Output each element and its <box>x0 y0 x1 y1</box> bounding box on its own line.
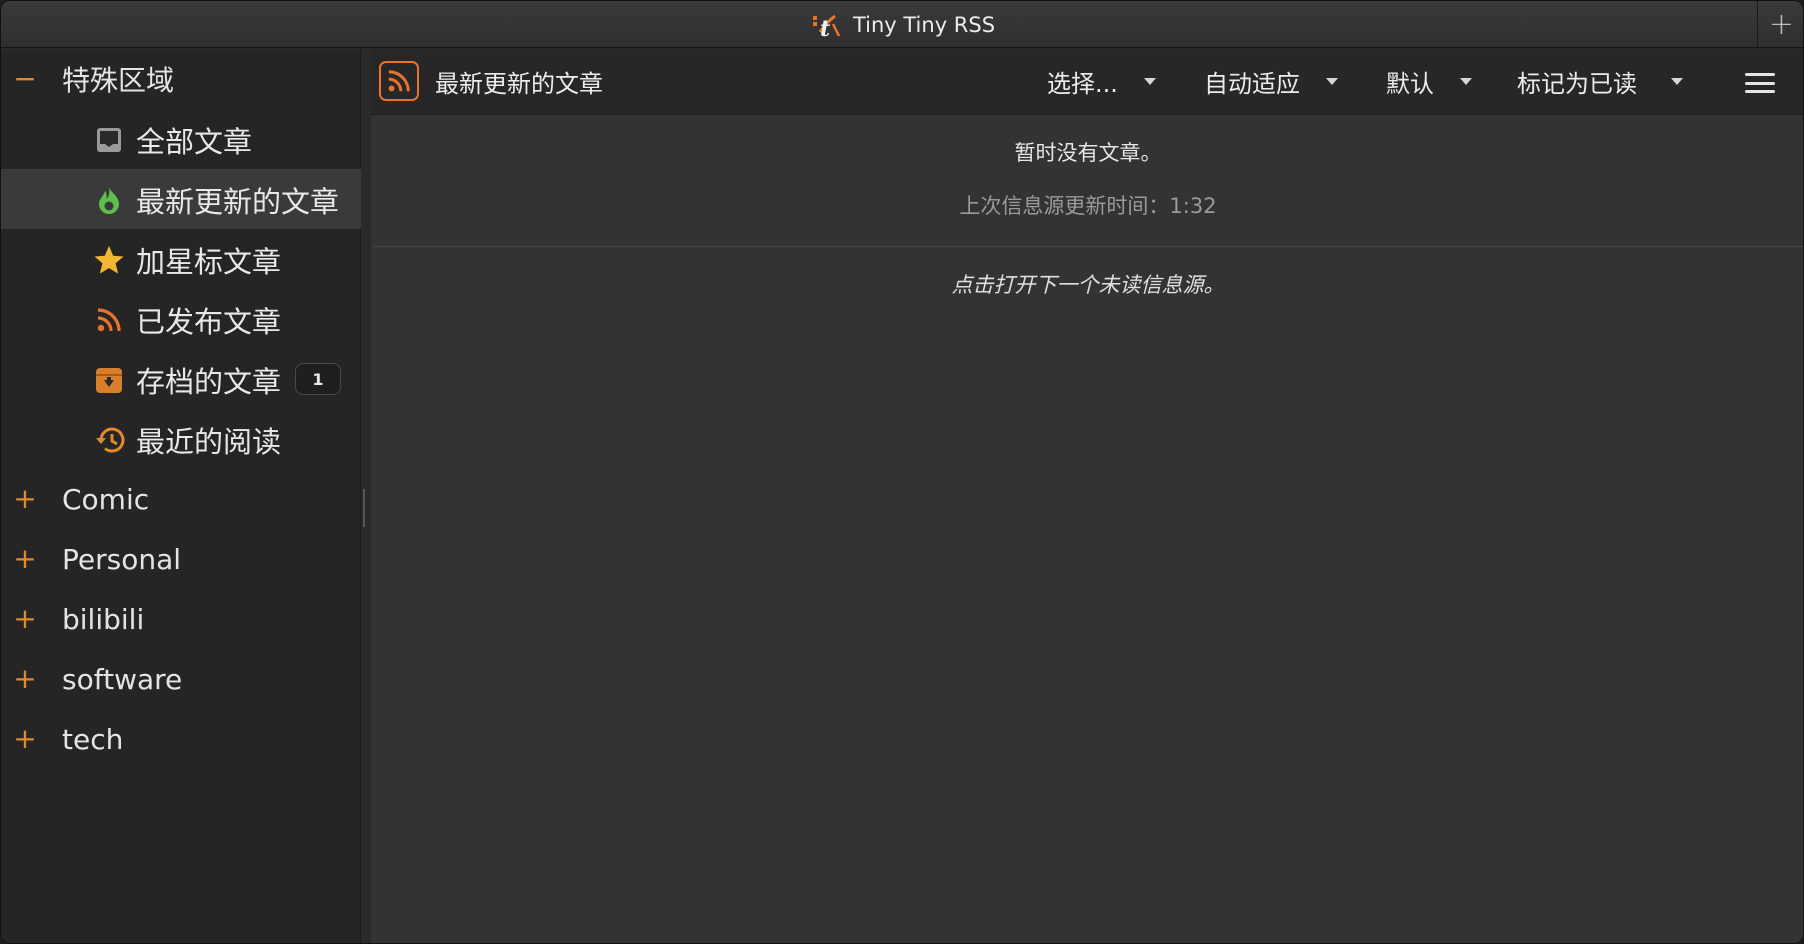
feed-item-recently-read[interactable]: 最近的阅读 <box>1 409 361 469</box>
archive-icon <box>93 364 125 396</box>
view-mode-label: 自动适应 <box>1204 70 1300 98</box>
expand-icon[interactable]: + <box>13 665 37 693</box>
feed-label: 存档的文章 <box>136 365 282 399</box>
last-update-text: 上次信息源更新时间：1:32 <box>959 194 1217 218</box>
feed-label: 最近的阅读 <box>136 425 282 459</box>
category-label: 特殊区域 <box>62 64 175 97</box>
chevron-down-icon <box>1671 78 1683 85</box>
expand-icon[interactable]: + <box>13 725 37 753</box>
feed-item-starred-articles[interactable]: 加星标文章 <box>1 229 361 289</box>
fresh-flame-icon <box>93 184 125 216</box>
category-label: software <box>62 662 183 696</box>
order-label: 默认 <box>1386 70 1434 98</box>
category-bilibili[interactable]: + bilibili <box>1 589 361 649</box>
chevron-down-icon <box>1143 78 1156 85</box>
collapse-icon[interactable]: − <box>13 65 37 93</box>
feed-item-published-articles[interactable]: 已发布文章 <box>1 289 361 349</box>
expand-icon[interactable]: + <box>13 545 37 573</box>
category-tech[interactable]: + tech <box>1 709 361 769</box>
plus-icon: + <box>1768 7 1795 42</box>
category-comic[interactable]: + Comic <box>1 469 361 529</box>
mark-read-label: 标记为已读 <box>1517 70 1637 98</box>
chevron-down-icon <box>1326 78 1338 85</box>
feed-item-all-articles[interactable]: 全部文章 <box>1 109 361 169</box>
category-label: bilibili <box>62 602 145 636</box>
feed-label: 最新更新的文章 <box>136 185 340 219</box>
feed-item-fresh-articles[interactable]: 最新更新的文章 <box>1 169 361 229</box>
headlines-pane: 最新更新的文章 选择... 自动适应 默认 标记为已读 暂时没有文章。 上次信息… <box>371 49 1803 943</box>
history-icon <box>93 424 125 456</box>
window-title-text: Tiny Tiny RSS <box>852 12 996 37</box>
feed-item-archived-articles[interactable]: 存档的文章 1 <box>1 349 361 409</box>
mark-read-dropdown[interactable]: 标记为已读 <box>1517 64 1683 99</box>
category-label: Comic <box>62 482 150 516</box>
open-next-feed-link[interactable]: 点击打开下一个未读信息源。 <box>371 269 1803 299</box>
view-mode-dropdown[interactable]: 自动适应 <box>1204 64 1338 99</box>
feed-tree-sidebar: − 特殊区域 全部文章 最新更新的文章 加星标文章 已发布文章 存档的文章 1 … <box>1 49 361 943</box>
feed-label: 加星标文章 <box>136 245 282 279</box>
headlines-notice: 暂时没有文章。 上次信息源更新时间：1:32 <box>373 117 1803 247</box>
expand-icon[interactable]: + <box>13 605 37 633</box>
category-label: tech <box>62 722 124 756</box>
unread-counter-badge: 1 <box>295 363 341 395</box>
rss-icon <box>93 304 125 336</box>
feed-rss-icon <box>379 61 419 101</box>
star-icon <box>93 244 125 276</box>
category-label: Personal <box>62 542 182 576</box>
category-software[interactable]: + software <box>1 649 361 709</box>
svg-text:t: t <box>820 16 830 40</box>
select-dropdown-label: 选择... <box>1047 70 1118 98</box>
category-special[interactable]: − 特殊区域 <box>1 49 361 109</box>
chevron-down-icon <box>1460 78 1472 85</box>
feed-label: 全部文章 <box>136 125 253 159</box>
hamburger-menu-icon[interactable] <box>1745 73 1775 93</box>
app-window: t Tiny Tiny RSS + − 特殊区域 全部文章 最新更新的文章 加星… <box>0 0 1804 944</box>
select-dropdown[interactable]: 选择... <box>1047 64 1156 99</box>
new-tab-button[interactable]: + <box>1757 1 1803 48</box>
inbox-icon <box>93 124 125 156</box>
window-title: t Tiny Tiny RSS <box>1 1 1803 48</box>
pane-splitter-handle[interactable] <box>363 489 365 527</box>
title-bar: t Tiny Tiny RSS + <box>1 1 1803 48</box>
category-personal[interactable]: + Personal <box>1 529 361 589</box>
no-articles-message: 暂时没有文章。 <box>1014 141 1162 165</box>
order-dropdown[interactable]: 默认 <box>1386 64 1472 99</box>
feed-label: 已发布文章 <box>136 305 282 339</box>
tt-rss-logo-icon: t <box>811 10 841 42</box>
expand-icon[interactable]: + <box>13 485 37 513</box>
current-feed-title: 最新更新的文章 <box>435 70 603 98</box>
headlines-toolbar: 最新更新的文章 选择... 自动适应 默认 标记为已读 <box>371 49 1803 115</box>
